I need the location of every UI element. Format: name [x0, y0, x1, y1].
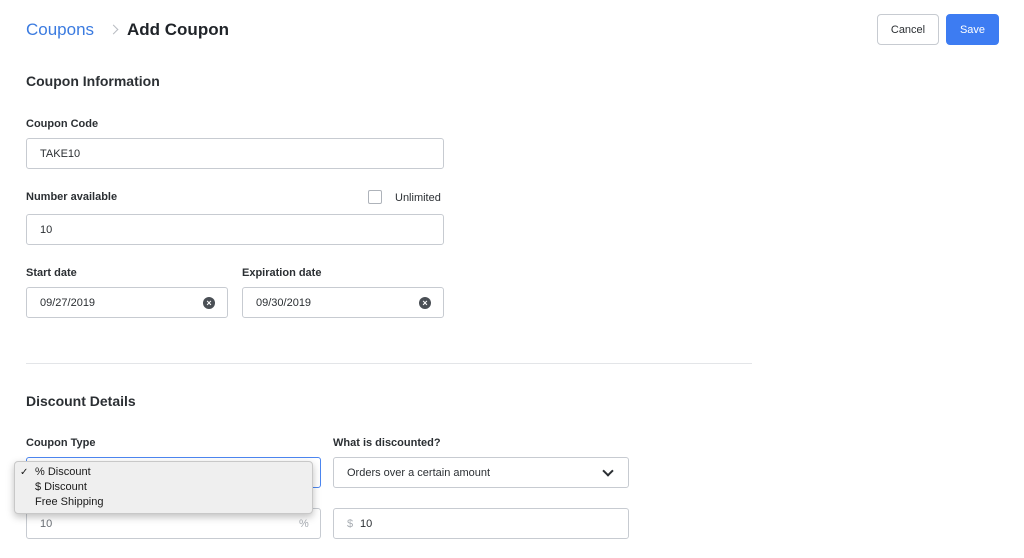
option-label: % Discount: [35, 466, 91, 478]
number-available-value: 10: [40, 223, 53, 236]
coupon-type-option-percent[interactable]: ✓ % Discount: [15, 465, 312, 480]
expiration-date-value: 09/30/2019: [256, 296, 312, 309]
coupon-code-value: TAKE10: [40, 147, 81, 160]
start-date-value: 09/27/2019: [40, 296, 96, 309]
coupon-type-option-free-shipping[interactable]: Free Shipping: [15, 495, 312, 510]
minimum-order-value: 10: [360, 517, 373, 530]
coupon-type-option-dollar[interactable]: $ Discount: [15, 480, 312, 495]
coupon-code-input[interactable]: TAKE10: [26, 138, 444, 169]
save-button[interactable]: Save: [946, 14, 999, 45]
option-label: $ Discount: [35, 481, 87, 493]
number-available-input[interactable]: 10: [26, 214, 444, 245]
what-is-discounted-select[interactable]: Orders over a certain amount: [333, 457, 629, 488]
section-divider: [26, 363, 752, 364]
chevron-down-icon: [602, 465, 614, 477]
discount-details-heading: Discount Details: [26, 393, 136, 409]
unlimited-label: Unlimited: [395, 192, 441, 204]
unlimited-checkbox[interactable]: [368, 190, 382, 204]
breadcrumb-coupons-link[interactable]: Coupons: [26, 20, 94, 40]
coupon-type-label: Coupon Type: [26, 437, 96, 449]
clear-start-date-icon[interactable]: ×: [203, 297, 215, 309]
clear-expiration-date-icon[interactable]: ×: [419, 297, 431, 309]
option-label: Free Shipping: [35, 496, 104, 508]
start-date-input[interactable]: 09/27/2019 ×: [26, 287, 228, 318]
minimum-order-input[interactable]: $ 10: [333, 508, 629, 539]
checkmark-icon: ✓: [20, 467, 29, 478]
discount-amount-value: 10: [40, 517, 53, 530]
expiration-date-input[interactable]: 09/30/2019 ×: [242, 287, 444, 318]
coupon-code-label: Coupon Code: [26, 118, 99, 130]
start-date-label: Start date: [26, 267, 77, 279]
expiration-date-label: Expiration date: [242, 267, 322, 279]
what-is-discounted-label: What is discounted?: [333, 437, 441, 449]
percent-suffix: %: [299, 518, 309, 530]
cancel-button[interactable]: Cancel: [877, 14, 939, 45]
breadcrumb-separator-icon: [108, 24, 119, 35]
dollar-prefix: $: [347, 518, 354, 530]
coupon-type-dropdown-menu: ✓ % Discount $ Discount Free Shipping: [14, 461, 313, 514]
what-is-discounted-value: Orders over a certain amount: [347, 466, 491, 479]
coupon-information-heading: Coupon Information: [26, 73, 160, 89]
number-available-label: Number available: [26, 191, 118, 203]
page-title: Add Coupon: [127, 20, 229, 39]
